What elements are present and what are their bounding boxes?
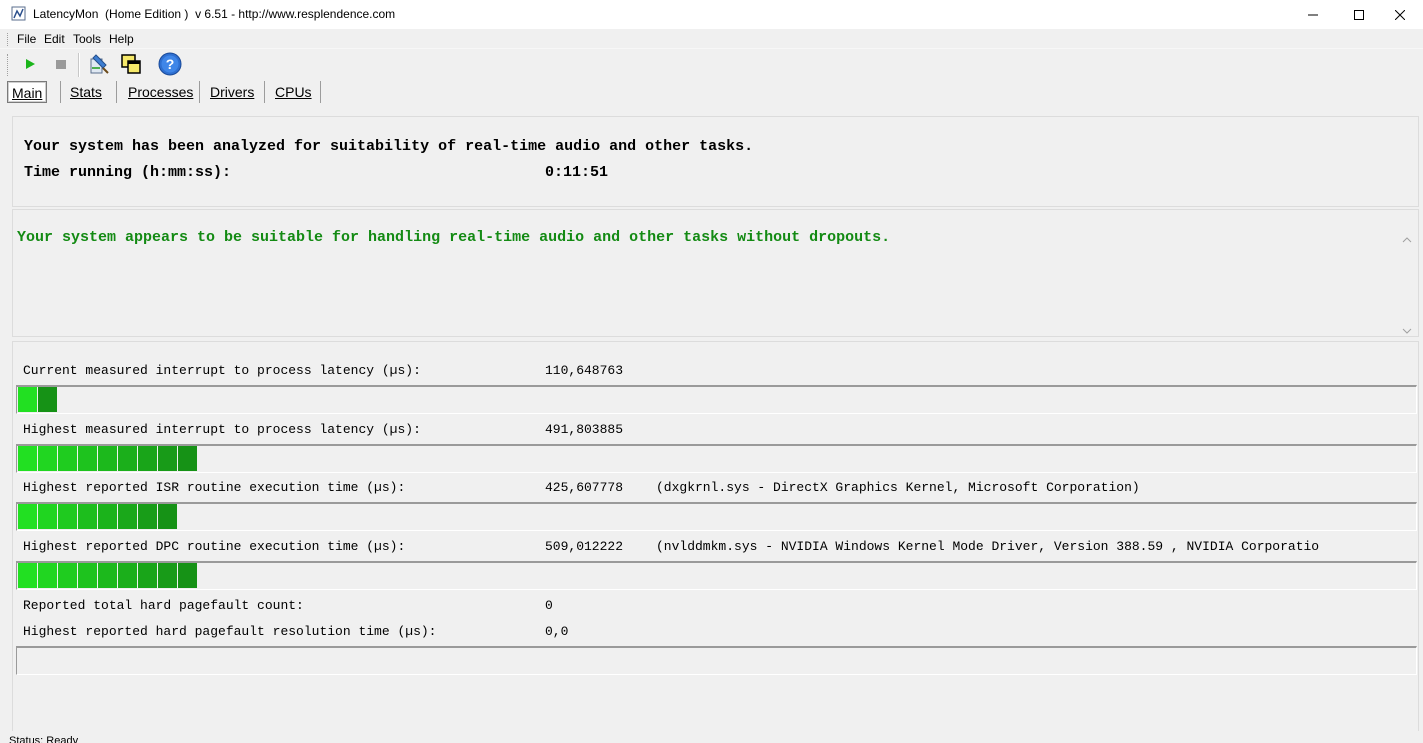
window-title: LatencyMon (Home Edition ) v 6.51 - http… xyxy=(33,7,396,21)
bar-segment xyxy=(78,446,97,471)
title-bar: LatencyMon (Home Edition ) v 6.51 - http… xyxy=(0,0,1423,29)
tab-separator xyxy=(116,81,117,103)
play-icon[interactable] xyxy=(17,51,43,77)
bar-segment xyxy=(98,563,117,588)
menu-help[interactable]: Help xyxy=(109,32,134,46)
bar-segment xyxy=(58,563,77,588)
bar-segment xyxy=(18,446,37,471)
bar-segment xyxy=(138,563,157,588)
tab-separator xyxy=(199,81,200,103)
bar-segment xyxy=(38,387,57,412)
toolbar: ? xyxy=(0,49,1423,79)
time-running-value: 0:11:51 xyxy=(545,164,609,181)
metric-label-pagefault-count: Reported total hard pagefault count: xyxy=(23,598,304,613)
tab-cpus[interactable]: CPUs xyxy=(271,81,316,103)
latency-bar-highest xyxy=(16,444,1417,473)
metric-label-dpc-time: Highest reported DPC routine execution t… xyxy=(23,539,406,554)
verdict-panel: Your system appears to be suitable for h… xyxy=(12,209,1419,337)
maximize-button[interactable] xyxy=(1336,0,1382,29)
metric-value-dpc-time: 509,012222 xyxy=(545,539,624,554)
summary-panel: Your system has been analyzed for suitab… xyxy=(12,116,1419,207)
metric-value-isr-time: 425,607778 xyxy=(545,480,624,495)
bar-segment xyxy=(58,504,77,529)
metric-label-pagefault-time: Highest reported hard pagefault resoluti… xyxy=(23,624,437,639)
close-button[interactable] xyxy=(1377,0,1423,29)
bar-segment xyxy=(38,446,57,471)
bar-segment xyxy=(18,504,37,529)
bar-segment xyxy=(98,446,117,471)
toolbar-grip xyxy=(7,54,9,76)
minimize-button[interactable] xyxy=(1290,0,1336,29)
menu-bar: File Edit Tools Help xyxy=(0,29,1423,49)
pagefault-bar xyxy=(16,646,1417,675)
bar-segment xyxy=(18,387,37,412)
help-icon[interactable]: ? xyxy=(157,51,183,77)
metric-detail-dpc-driver: (nvlddmkm.sys - NVIDIA Windows Kernel Mo… xyxy=(656,539,1320,554)
metrics-panel: Current measured interrupt to process la… xyxy=(12,341,1419,731)
bar-segment xyxy=(138,504,157,529)
status-text: Status: Ready xyxy=(9,735,79,743)
metric-value-pagefault-count: 0 xyxy=(545,598,553,613)
metric-label-current-latency: Current measured interrupt to process la… xyxy=(23,363,421,378)
metric-label-isr-time: Highest reported ISR routine execution t… xyxy=(23,480,406,495)
menu-grip xyxy=(7,33,9,46)
toolbar-separator xyxy=(78,53,80,77)
latency-bar-current xyxy=(16,385,1417,414)
bar-segment xyxy=(78,504,97,529)
isr-bar xyxy=(16,502,1417,531)
bar-segment xyxy=(98,504,117,529)
metric-value-current-latency: 110,648763 xyxy=(545,363,624,378)
report-icon[interactable] xyxy=(86,51,112,77)
tab-separator xyxy=(264,81,265,103)
dpc-bar xyxy=(16,561,1417,590)
latencymon-app-icon xyxy=(11,6,27,22)
verdict-message: Your system appears to be suitable for h… xyxy=(17,229,891,246)
metric-value-highest-latency: 491,803885 xyxy=(545,422,624,437)
menu-edit[interactable]: Edit xyxy=(44,32,65,46)
bar-segment xyxy=(138,446,157,471)
tab-separator xyxy=(60,81,61,103)
bar-segment xyxy=(118,446,137,471)
bar-segment xyxy=(158,563,177,588)
bar-segment xyxy=(118,504,137,529)
tab-stats[interactable]: Stats xyxy=(66,81,106,103)
bar-segment xyxy=(58,446,77,471)
bar-segment xyxy=(178,446,197,471)
bar-segment xyxy=(158,446,177,471)
metric-label-highest-latency: Highest measured interrupt to process la… xyxy=(23,422,421,437)
analysis-message: Your system has been analyzed for suitab… xyxy=(24,138,754,155)
bar-segment xyxy=(158,504,177,529)
stop-icon[interactable] xyxy=(48,51,74,77)
menu-tools[interactable]: Tools xyxy=(73,32,101,46)
tab-drivers[interactable]: Drivers xyxy=(206,81,258,103)
svg-text:?: ? xyxy=(166,56,175,72)
tab-strip: Main Stats Processes Drivers CPUs xyxy=(0,79,1423,105)
copy-window-icon[interactable] xyxy=(118,51,144,77)
metric-value-pagefault-time: 0,0 xyxy=(545,624,569,639)
bar-segment xyxy=(178,563,197,588)
tab-main[interactable]: Main xyxy=(7,81,48,103)
scroll-up-icon[interactable] xyxy=(1402,233,1412,243)
bar-segment xyxy=(118,563,137,588)
menu-file[interactable]: File xyxy=(17,32,36,46)
tab-separator xyxy=(320,81,321,103)
bar-segment xyxy=(78,563,97,588)
tab-processes[interactable]: Processes xyxy=(124,81,197,103)
time-running-label: Time running (h:mm:ss): xyxy=(24,164,232,181)
bar-segment xyxy=(38,504,57,529)
bar-segment xyxy=(38,563,57,588)
status-bar: Status: Ready xyxy=(0,731,1423,743)
scroll-down-icon[interactable] xyxy=(1402,324,1412,334)
bar-segment xyxy=(18,563,37,588)
metric-detail-isr-driver: (dxgkrnl.sys - DirectX Graphics Kernel, … xyxy=(656,480,1140,495)
